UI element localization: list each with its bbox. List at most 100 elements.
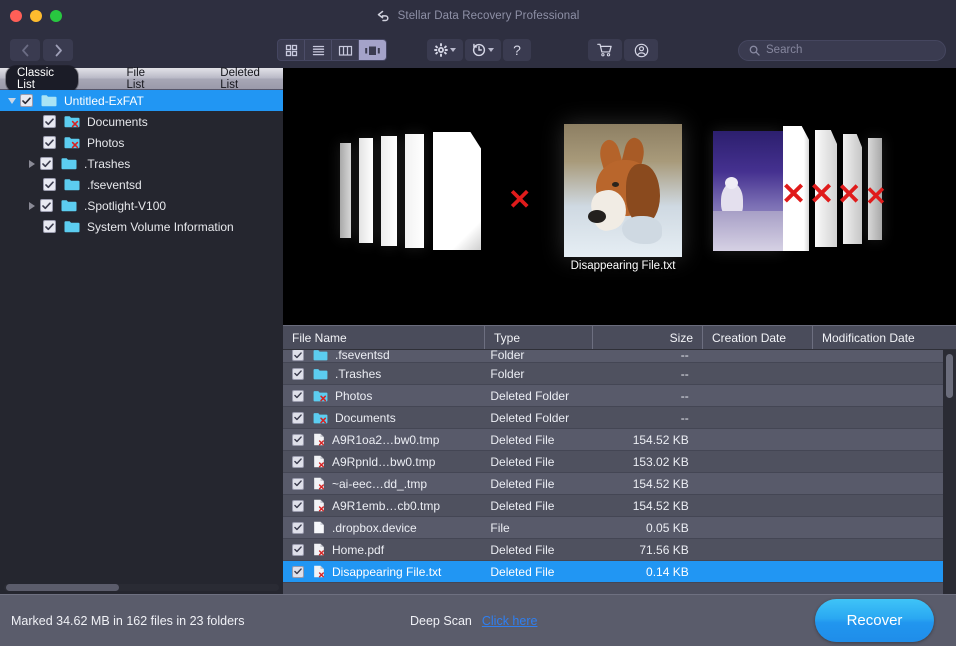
scrollbar-thumb[interactable]	[6, 583, 119, 591]
deleted-file-icon	[313, 543, 325, 556]
tree-item-system-volume-information[interactable]: System Volume Information	[0, 216, 283, 237]
recover-button[interactable]: Recover	[815, 599, 934, 642]
search-placeholder: Search	[766, 44, 803, 56]
coverflow-center-card[interactable]	[564, 124, 682, 257]
table-row[interactable]: ~ai-eec…dd_.tmp Deleted File 154.52 KB	[283, 473, 943, 495]
scrollbar-track[interactable]	[4, 583, 279, 591]
cell-type: Deleted File	[490, 564, 555, 579]
settings-button[interactable]	[427, 39, 463, 61]
search-field[interactable]: Search	[738, 39, 946, 61]
scrollbar-thumb[interactable]	[946, 354, 953, 398]
title-bar: Stellar Data Recovery Professional	[0, 0, 956, 32]
toolbar: ? Search	[0, 32, 956, 68]
table-row[interactable]: A9Rpnld…bw0.tmp Deleted File 153.02 KB	[283, 451, 943, 473]
coverflow-card-left-4[interactable]	[405, 134, 424, 248]
checkbox[interactable]	[40, 199, 53, 212]
help-button[interactable]: ?	[503, 39, 531, 61]
maximize-button[interactable]	[50, 10, 62, 22]
view-mode-icon-view[interactable]	[278, 40, 305, 60]
checkbox[interactable]	[292, 411, 304, 424]
tree-item-untitled-exfat[interactable]: Untitled-ExFAT	[0, 90, 283, 111]
close-button[interactable]	[10, 10, 22, 22]
checkbox[interactable]	[292, 350, 304, 361]
search-icon	[749, 45, 760, 56]
file-name-label: A9Rpnld…bw0.tmp	[332, 454, 436, 469]
shopping-cart-icon	[597, 43, 612, 57]
column-header-modification-date[interactable]: Modification Date	[813, 326, 945, 349]
minimize-button[interactable]	[30, 10, 42, 22]
deep-scan-link[interactable]: Click here	[482, 614, 538, 628]
checkbox[interactable]	[20, 94, 33, 107]
checkbox[interactable]	[43, 220, 56, 233]
disclosure-triangle-icon[interactable]	[24, 201, 40, 210]
coverflow-preview[interactable]: ✕ Disappearing File.txt ✕ ✕ ✕ ✕	[283, 68, 956, 325]
checkbox[interactable]	[40, 157, 53, 170]
table-row[interactable]: .dropbox.device File 0.05 KB	[283, 517, 943, 539]
table-row[interactable]: Photos Deleted Folder --	[283, 385, 943, 407]
table-row[interactable]: Documents Deleted Folder --	[283, 407, 943, 429]
account-button[interactable]	[624, 39, 658, 61]
table-row[interactable]: .fseventsd Folder --	[283, 350, 943, 363]
tab-file-list[interactable]: File List	[116, 66, 172, 92]
sidebar-horizontal-scrollbar[interactable]	[0, 580, 283, 594]
chevron-left-icon	[21, 44, 28, 56]
disclosure-triangle-icon[interactable]	[24, 159, 40, 168]
table-row[interactable]: A9R1oa2…bw0.tmp Deleted File 154.52 KB	[283, 429, 943, 451]
column-header-creation-date[interactable]: Creation Date	[703, 326, 813, 349]
column-header-file-name[interactable]: File Name	[283, 326, 485, 349]
cell-file-name: .fseventsd	[283, 350, 484, 362]
checkbox[interactable]	[292, 389, 304, 402]
deleted-file-icon	[313, 433, 325, 446]
gear-icon	[434, 43, 448, 57]
tab-deleted-list[interactable]: Deleted List	[209, 66, 283, 92]
checkbox[interactable]	[292, 367, 304, 380]
coverflow-card-left-2[interactable]	[359, 138, 373, 243]
column-header-size[interactable]: Size	[593, 326, 703, 349]
tree-item-photos[interactable]: Photos	[0, 132, 283, 153]
tree-item-trashes[interactable]: .Trashes	[0, 153, 283, 174]
table-row[interactable]: .Trashes Folder --	[283, 363, 943, 385]
history-button[interactable]	[465, 39, 501, 61]
folder-icon	[64, 220, 80, 233]
file-name-label: Home.pdf	[332, 542, 385, 557]
checkbox[interactable]	[292, 521, 304, 534]
coverflow-card-left-3[interactable]	[381, 136, 397, 246]
columns-icon	[338, 45, 352, 56]
view-mode-column-view[interactable]	[332, 40, 359, 60]
table-row[interactable]: Home.pdf Deleted File 71.56 KB	[283, 539, 943, 561]
checkbox[interactable]	[292, 499, 304, 512]
checkbox[interactable]	[292, 455, 304, 468]
status-bar: Marked 34.62 MB in 162 files in 23 folde…	[0, 594, 956, 646]
checkbox[interactable]	[43, 136, 56, 149]
view-mode-list-view[interactable]	[305, 40, 332, 60]
table-row[interactable]: A9R1emb…cb0.tmp Deleted File 154.52 KB	[283, 495, 943, 517]
checkbox[interactable]	[43, 115, 56, 128]
view-mode-coverflow-view[interactable]	[359, 40, 386, 60]
window-controls[interactable]	[0, 10, 62, 22]
checkbox[interactable]	[292, 543, 304, 556]
coverflow-card-left-1[interactable]	[340, 143, 351, 238]
table-vertical-scrollbar[interactable]	[943, 350, 956, 594]
tab-classic-list[interactable]: Classic List	[6, 65, 78, 92]
cell-file-name: ~ai-eec…dd_.tmp	[283, 477, 484, 491]
checkbox[interactable]	[292, 565, 304, 578]
back-button[interactable]	[10, 39, 40, 61]
checkbox[interactable]	[43, 178, 56, 191]
checkbox[interactable]	[292, 433, 304, 446]
disclosure-triangle-icon[interactable]	[4, 97, 20, 104]
coverflow-card-right-photo[interactable]	[713, 131, 783, 251]
window-title: Stellar Data Recovery Professional	[397, 10, 580, 22]
column-header-type[interactable]: Type	[485, 326, 593, 349]
store-button[interactable]	[588, 39, 622, 61]
tree-item-fseventsd[interactable]: .fseventsd	[0, 174, 283, 195]
app-window: Stellar Data Recovery Professional ? Sea…	[0, 0, 956, 646]
deleted-folder-icon	[313, 390, 328, 402]
tree-item-spotlight-v100[interactable]: .Spotlight-V100	[0, 195, 283, 216]
tree-item-documents[interactable]: Documents	[0, 111, 283, 132]
tree-item-label: .Spotlight-V100	[84, 198, 167, 213]
forward-button[interactable]	[43, 39, 73, 61]
checkbox[interactable]	[292, 477, 304, 490]
deleted-file-icon	[313, 455, 325, 468]
coverflow-card-left-5[interactable]	[433, 132, 481, 250]
table-row[interactable]: Disappearing File.txt Deleted File 0.14 …	[283, 561, 943, 583]
